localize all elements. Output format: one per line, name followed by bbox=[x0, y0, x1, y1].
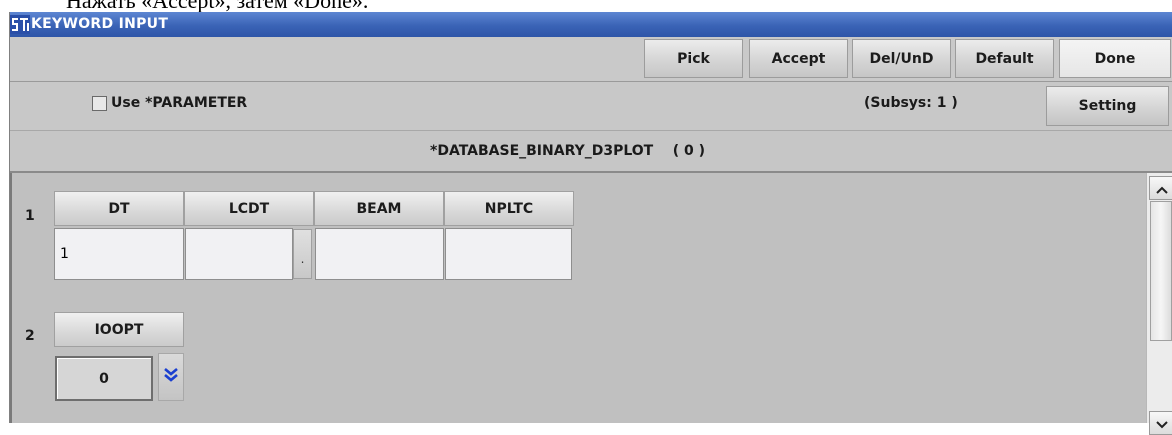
scrollbar-thumb[interactable] bbox=[1150, 201, 1172, 341]
done-button[interactable]: Done bbox=[1059, 39, 1171, 78]
field-header-beam: BEAM bbox=[314, 191, 444, 226]
use-parameter-label: Use *PARAMETER bbox=[111, 95, 248, 111]
keyword-fields-panel: 1 DT LCDT BEAM NPLTC 1 . 2 IOOPT 0 bbox=[10, 173, 1172, 435]
dt-input[interactable]: 1 bbox=[54, 228, 184, 280]
vertical-scrollbar[interactable] bbox=[1146, 173, 1172, 435]
npltc-input[interactable] bbox=[445, 228, 572, 280]
keyword-title: *DATABASE_BINARY_D3PLOT ( 0 ) bbox=[430, 143, 706, 159]
use-parameter-checkbox[interactable] bbox=[92, 96, 107, 111]
scroll-down-button[interactable] bbox=[1149, 411, 1172, 435]
field-header-lcdt: LCDT bbox=[184, 191, 314, 226]
chevron-down-icon bbox=[1155, 414, 1168, 433]
lcdt-pick-button[interactable]: . bbox=[293, 229, 312, 279]
subsys-indicator: (Subsys: 1 ) bbox=[864, 95, 958, 111]
field-header-dt: DT bbox=[54, 191, 184, 226]
keyword-header: *DATABASE_BINARY_D3PLOT ( 0 ) bbox=[10, 131, 1172, 173]
scroll-up-button[interactable] bbox=[1149, 176, 1172, 200]
del-und-button[interactable]: Del/UnD bbox=[852, 39, 951, 78]
pick-button[interactable]: Pick bbox=[644, 39, 743, 78]
ioopt-select[interactable]: 0 bbox=[55, 356, 153, 401]
titlebar: KEYWORD INPUT bbox=[10, 12, 1172, 37]
options-bar: Use *PARAMETER (Subsys: 1 ) Setting bbox=[10, 82, 1172, 131]
double-chevron-down-icon bbox=[164, 367, 178, 387]
chevron-up-icon bbox=[1155, 179, 1168, 198]
default-button[interactable]: Default bbox=[955, 39, 1054, 78]
card-number: 2 bbox=[25, 328, 35, 344]
window-title: KEYWORD INPUT bbox=[31, 16, 169, 32]
field-header-npltc: NPLTC bbox=[444, 191, 574, 226]
ioopt-dropdown-button[interactable] bbox=[158, 353, 184, 401]
beam-input[interactable] bbox=[315, 228, 444, 280]
toolbar: Pick Accept Del/UnD Default Done bbox=[10, 37, 1172, 82]
field-header-ioopt: IOOPT bbox=[54, 312, 184, 347]
setting-button[interactable]: Setting bbox=[1046, 86, 1169, 126]
accept-button[interactable]: Accept bbox=[749, 39, 848, 78]
keyword-input-window: KEYWORD INPUT Pick Accept Del/UnD Defaul… bbox=[9, 12, 1172, 435]
card-number: 1 bbox=[25, 208, 35, 224]
app-logo-icon bbox=[10, 15, 30, 34]
lcdt-input[interactable] bbox=[185, 228, 293, 280]
